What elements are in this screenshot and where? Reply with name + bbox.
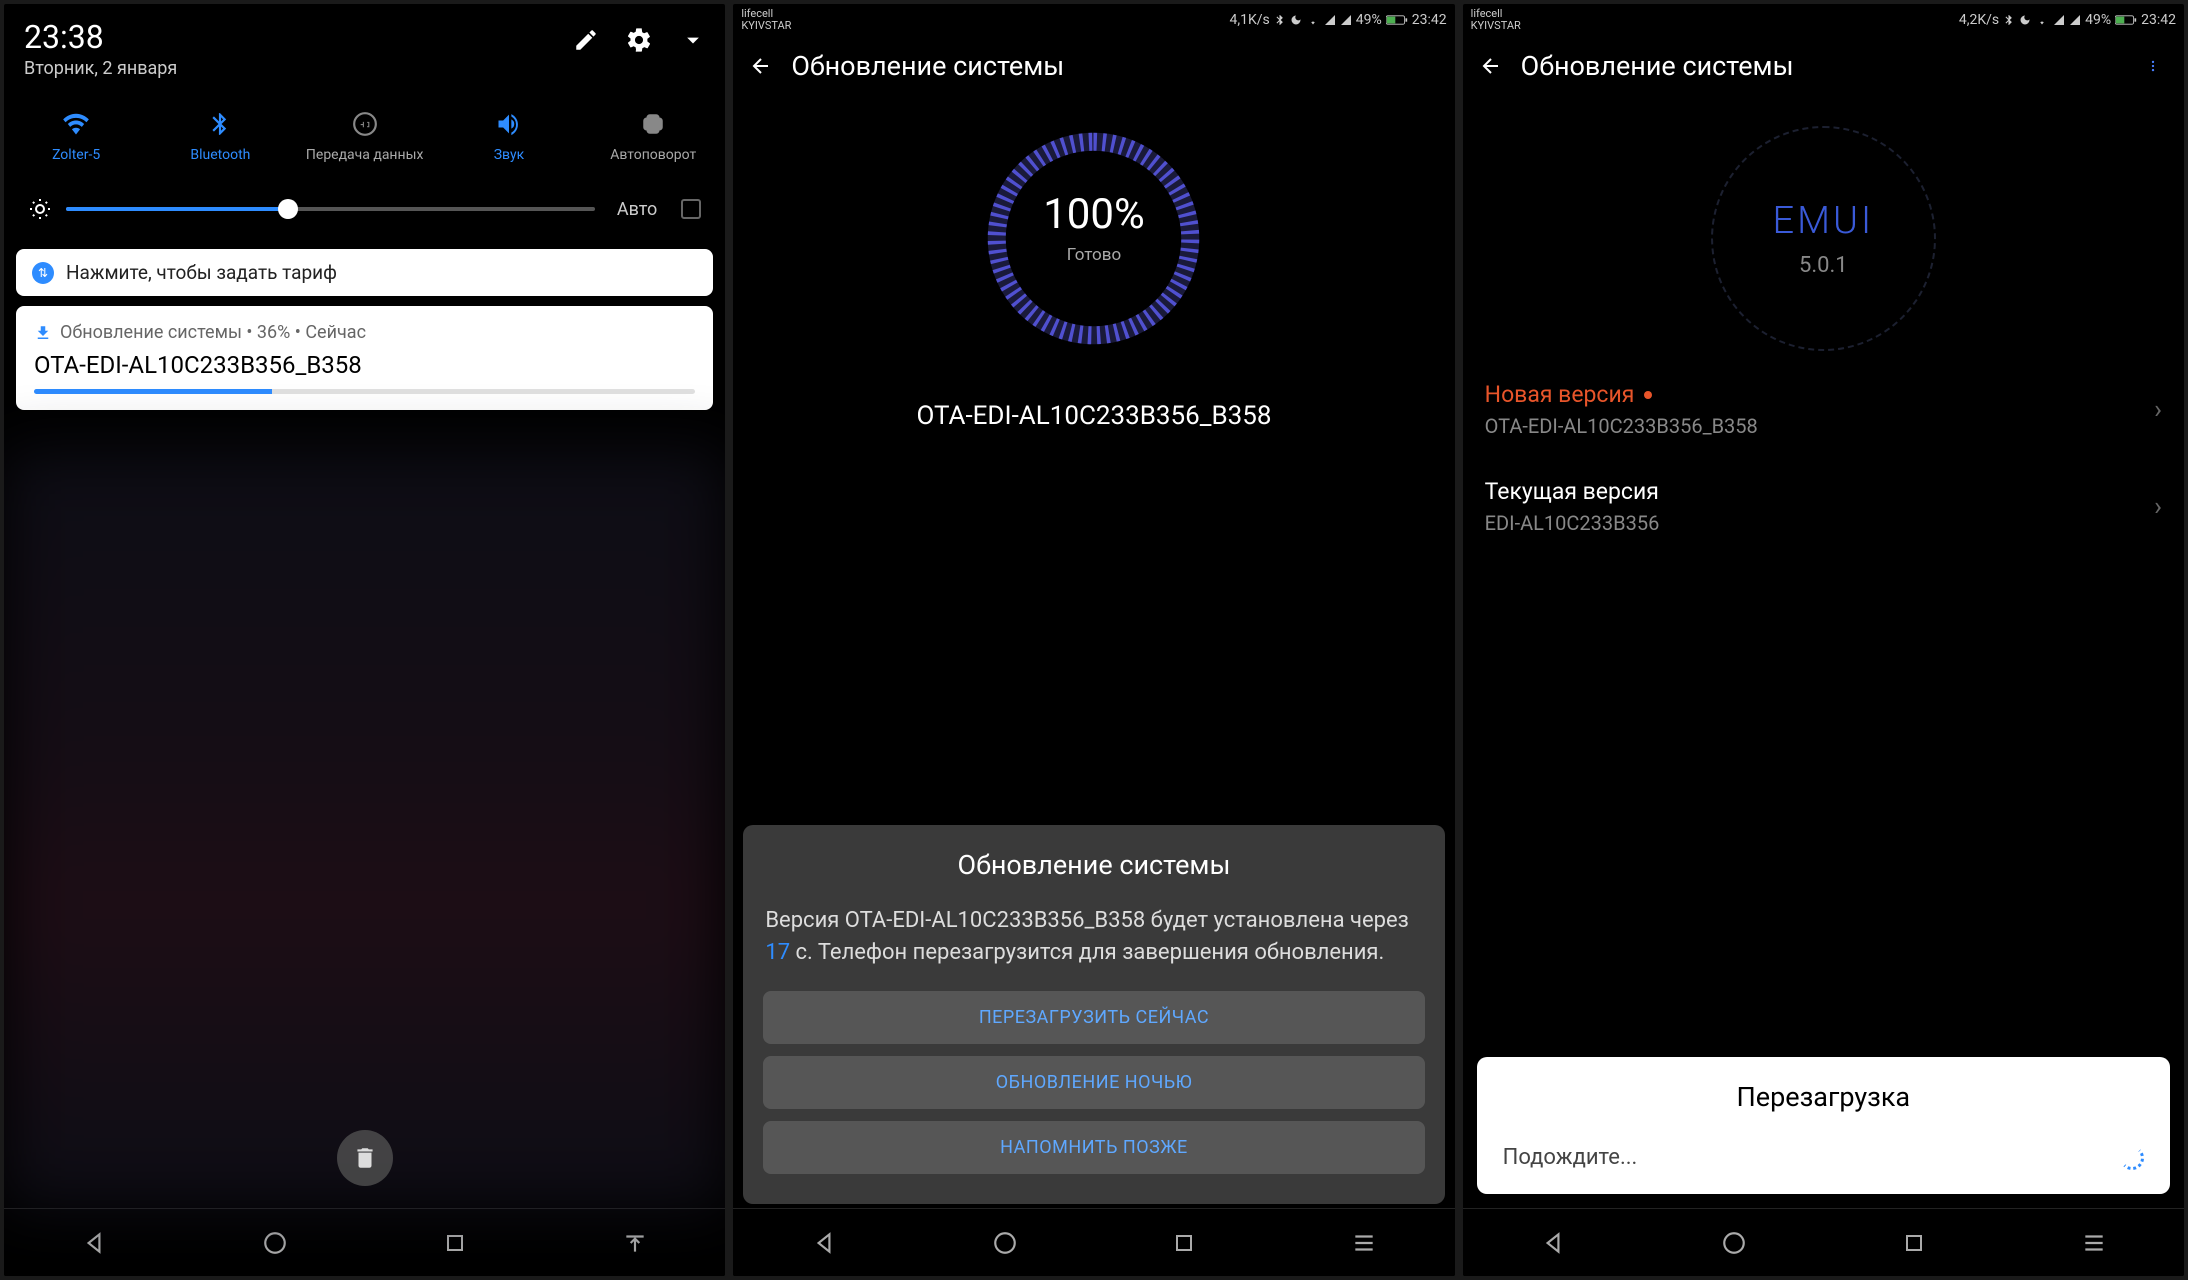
toast-title: Перезагрузка (1503, 1081, 2144, 1113)
wifi-icon (61, 109, 91, 139)
back-button[interactable] (81, 1230, 107, 1256)
version-label: OTA-EDI-AL10C233B356_B358 (733, 361, 1454, 431)
data-icon (350, 109, 380, 139)
tariff-notification[interactable]: ⇅ Нажмите, чтобы задать тариф (16, 249, 713, 296)
auto-brightness-checkbox[interactable] (681, 199, 701, 219)
back-button[interactable] (1540, 1230, 1566, 1256)
wifi-toggle[interactable]: Zolter-5 (4, 109, 148, 163)
phone-3-update-versions: lifecell KYIVSTAR 4,2K/s 49% 23:42 Обнов… (1463, 4, 2184, 1276)
progress-percent: 100% (1043, 190, 1145, 239)
chevron-right-icon: › (2154, 492, 2162, 522)
brightness-icon (28, 197, 52, 221)
system-update-notification[interactable]: Обновление системы • 36% • Сейчас OTA-ED… (16, 306, 713, 410)
emui-label: EMUI (1773, 199, 1875, 243)
chevron-right-icon: › (2154, 395, 2162, 425)
home-button[interactable] (992, 1230, 1018, 1256)
shade-button[interactable] (2081, 1230, 2107, 1256)
moon-icon (1290, 14, 1302, 26)
shade-button[interactable] (622, 1230, 648, 1256)
remind-later-button[interactable]: НАПОМНИТЬ ПОЗЖЕ (763, 1121, 1424, 1174)
spinner-icon (2120, 1146, 2144, 1170)
download-progress (34, 389, 695, 394)
status-bar: 23:38 Вторник, 2 января (4, 4, 725, 93)
shade-button[interactable] (1351, 1230, 1377, 1256)
bluetooth-icon (2003, 14, 2015, 26)
update-at-night-button[interactable]: ОБНОВЛЕНИЕ НОЧЬЮ (763, 1056, 1424, 1109)
battery-icon (1386, 14, 1408, 26)
signal-icon (2069, 14, 2081, 26)
app-bar: Обновление системы (733, 36, 1454, 96)
app-bar: Обновление системы (1463, 36, 2184, 96)
bluetooth-icon (205, 109, 235, 139)
download-icon (34, 324, 52, 342)
navigation-bar (733, 1208, 1454, 1276)
battery-icon (2115, 14, 2137, 26)
expand-icon[interactable] (679, 26, 707, 54)
menu-icon[interactable] (2146, 55, 2168, 77)
toast-message: Подождите... (1503, 1145, 1638, 1170)
sound-toggle[interactable]: Звук (437, 109, 581, 163)
current-version-row[interactable]: Текущая версия EDI-AL10C233B356 › (1463, 458, 2184, 555)
status-actions (573, 26, 707, 54)
dialog-message: Версия OTA-EDI-AL10C233B356_B358 будет у… (763, 905, 1424, 969)
info-icon: ⇅ (32, 262, 54, 284)
reboot-toast: Перезагрузка Подождите... (1477, 1057, 2170, 1194)
bluetooth-toggle[interactable]: Bluetooth (148, 109, 292, 163)
signal-icon (2053, 14, 2065, 26)
notification-header: Обновление системы • 36% • Сейчас (34, 322, 695, 343)
trash-icon (352, 1145, 378, 1171)
wifi-icon (1306, 14, 1320, 26)
auto-brightness-label: Авто (617, 199, 657, 220)
data-toggle[interactable]: Передача данных (293, 109, 437, 163)
moon-icon (2019, 14, 2031, 26)
phone-1-notification-shade: 23:38 Вторник, 2 января Zolter-5 Bluetoo… (4, 4, 725, 1276)
recent-button[interactable] (1902, 1231, 1926, 1255)
back-icon[interactable] (1479, 54, 1503, 78)
emui-version: 5.0.1 (1799, 253, 1848, 278)
new-indicator-dot (1644, 391, 1652, 399)
signal-icon (1324, 14, 1336, 26)
wifi-icon (2035, 14, 2049, 26)
back-button[interactable] (811, 1230, 837, 1256)
quick-settings-row: Zolter-5 Bluetooth Передача данных Звук … (4, 93, 725, 171)
edit-icon[interactable] (573, 27, 599, 53)
progress-ring: 100% Готово (733, 96, 1454, 361)
progress-status: Готово (1043, 245, 1145, 265)
autorotate-toggle[interactable]: Автоповорот (581, 109, 725, 163)
settings-icon[interactable] (625, 26, 653, 54)
phone-2-update-progress: lifecell KYIVSTAR 4,1K/s 49% 23:42 Обнов… (733, 4, 1454, 1276)
status-bar: lifecell KYIVSTAR 4,2K/s 49% 23:42 (1463, 4, 2184, 36)
date: Вторник, 2 января (24, 58, 705, 79)
reboot-now-button[interactable]: ПЕРЕЗАГРУЗИТЬ СЕЙЧАС (763, 991, 1424, 1044)
new-version-row[interactable]: Новая версия OTA-EDI-AL10C233B356_B358 › (1463, 361, 2184, 458)
notification-title: OTA-EDI-AL10C233B356_B358 (34, 351, 695, 379)
dialog-title: Обновление системы (763, 849, 1424, 881)
clear-all-button[interactable] (337, 1130, 393, 1186)
sound-icon (494, 109, 524, 139)
home-button[interactable] (262, 1230, 288, 1256)
recent-button[interactable] (443, 1231, 467, 1255)
navigation-bar (1463, 1208, 2184, 1276)
install-dialog: Обновление системы Версия OTA-EDI-AL10C2… (743, 825, 1444, 1204)
bluetooth-icon (1274, 14, 1286, 26)
emui-badge: EMUI 5.0.1 (1463, 96, 2184, 361)
brightness-row: Авто (4, 171, 725, 239)
autorotate-icon (638, 109, 668, 139)
brightness-slider[interactable] (66, 207, 595, 211)
back-icon[interactable] (749, 54, 773, 78)
status-bar: lifecell KYIVSTAR 4,1K/s 49% 23:42 (733, 4, 1454, 36)
signal-icon (1340, 14, 1352, 26)
recent-button[interactable] (1172, 1231, 1196, 1255)
home-button[interactable] (1721, 1230, 1747, 1256)
navigation-bar (4, 1208, 725, 1276)
